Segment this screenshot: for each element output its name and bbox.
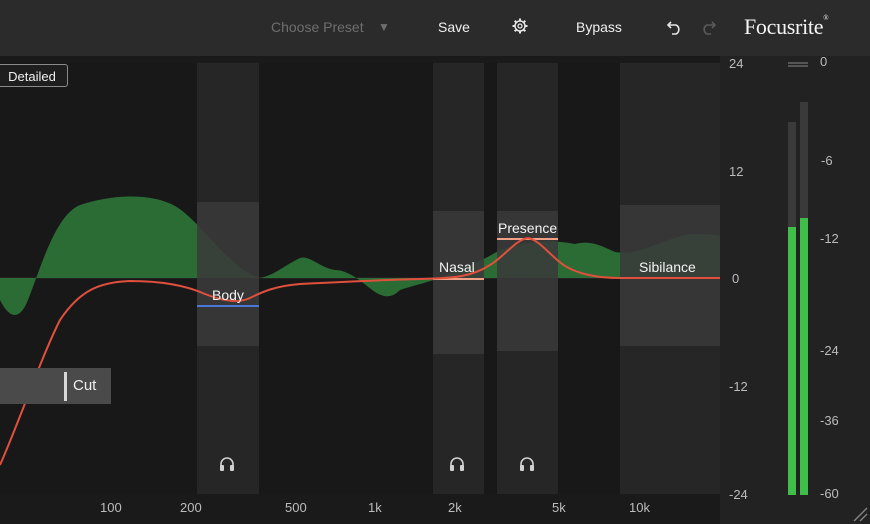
meter-scale-label: -12 <box>820 231 839 246</box>
gain-tick-label: -12 <box>729 379 748 394</box>
freq-tick-label: 2k <box>448 500 462 515</box>
view-mode-button[interactable]: Detailed <box>0 64 68 87</box>
band-zone-sibilance[interactable] <box>620 205 720 346</box>
band-label-presence[interactable]: Presence <box>498 220 557 236</box>
gain-tick-label: 24 <box>729 56 744 71</box>
meter-scale-label: -60 <box>820 486 839 501</box>
gain-tick-label: 12 <box>729 164 744 179</box>
meter-scale-label: -6 <box>821 153 833 168</box>
meter-level-left <box>788 227 796 495</box>
band-zone-nasal[interactable] <box>433 211 484 354</box>
gain-tick-label: 0 <box>732 271 740 286</box>
freq-tick-label: 200 <box>180 500 202 515</box>
band-label-body[interactable]: Body <box>212 287 244 303</box>
band-zone-body[interactable] <box>197 202 259 346</box>
low-cut-filter[interactable]: Cut <box>0 368 111 404</box>
band-label-nasal[interactable]: Nasal <box>439 259 475 275</box>
meter-scale-label: -24 <box>820 343 839 358</box>
freq-tick-label: 10k <box>629 500 650 515</box>
cut-label: Cut <box>73 377 97 394</box>
gain-tick-label: -24 <box>729 487 748 502</box>
band-label-sibilance[interactable]: Sibilance <box>639 259 696 275</box>
freq-tick-label: 5k <box>552 500 566 515</box>
cut-handle[interactable] <box>64 372 67 401</box>
freq-tick-label: 1k <box>368 500 382 515</box>
meter-level-right <box>800 218 808 495</box>
output-meters <box>788 62 808 495</box>
freq-tick-label: 100 <box>100 500 122 515</box>
freq-tick-label: 500 <box>285 500 307 515</box>
spectrum-fill <box>0 196 720 315</box>
meter-scale-label: 0 <box>820 54 828 69</box>
resize-handle-icon[interactable] <box>850 504 868 522</box>
meter-scale-label: -36 <box>820 413 839 428</box>
